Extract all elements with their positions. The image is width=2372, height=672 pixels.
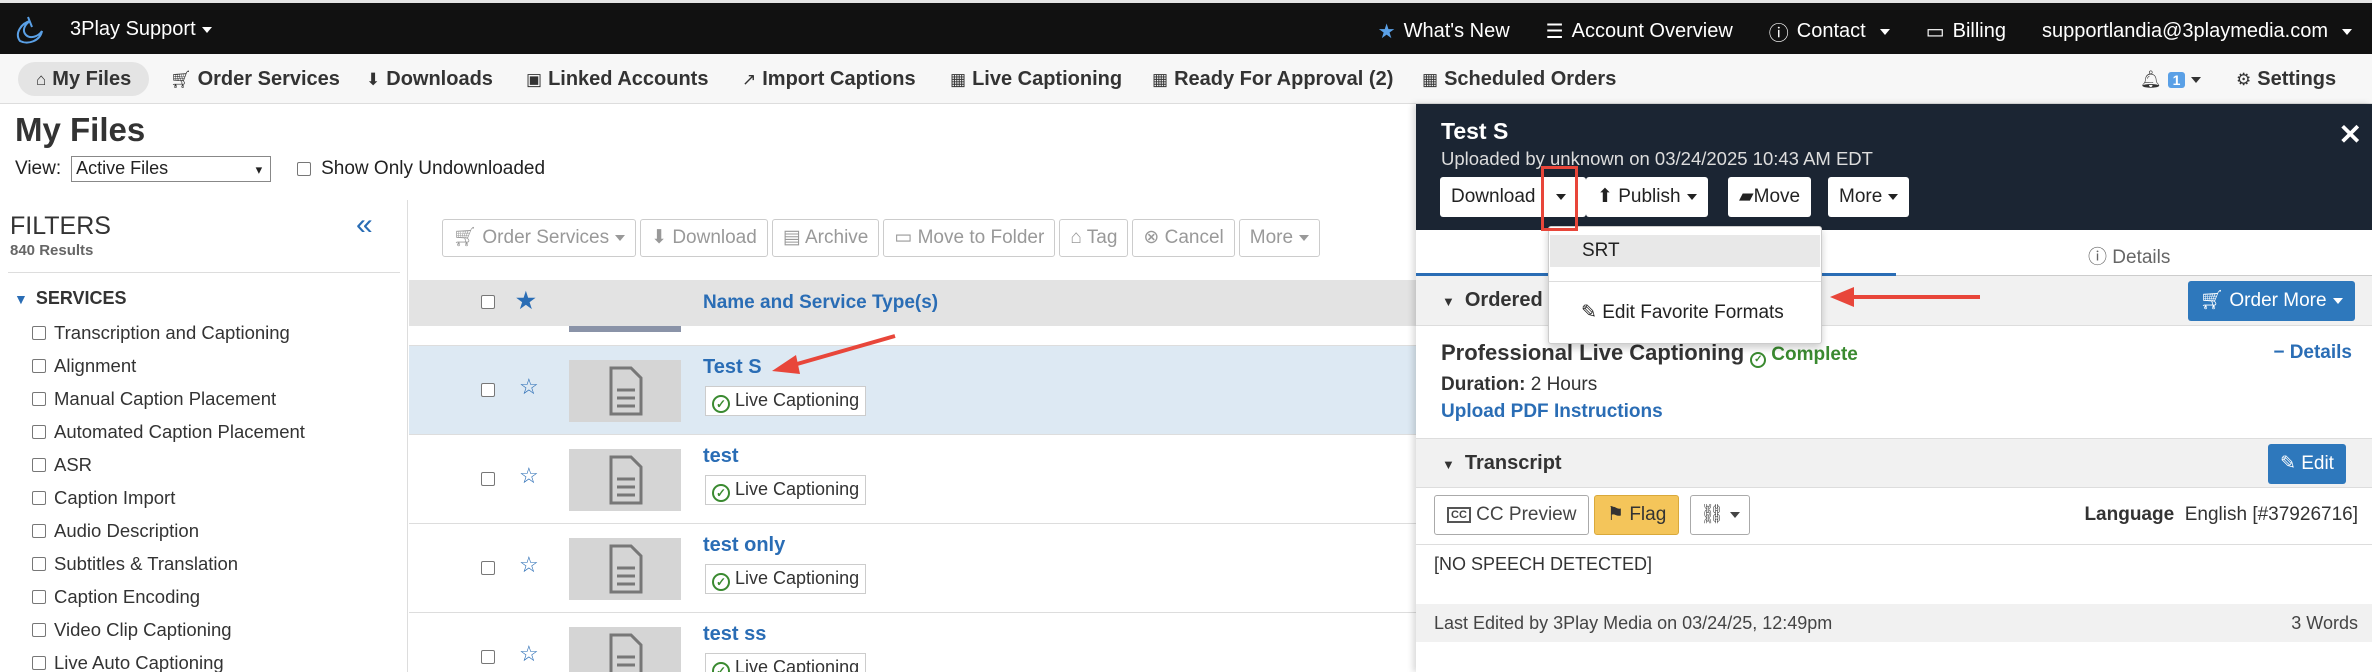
app-root: 3Play Support ★ What's New ☰ Account Overv…	[0, 0, 2372, 672]
annotation-arrow	[1830, 287, 1980, 307]
annotation-arrow	[772, 334, 896, 374]
annotation-arrows	[772, 287, 1980, 374]
